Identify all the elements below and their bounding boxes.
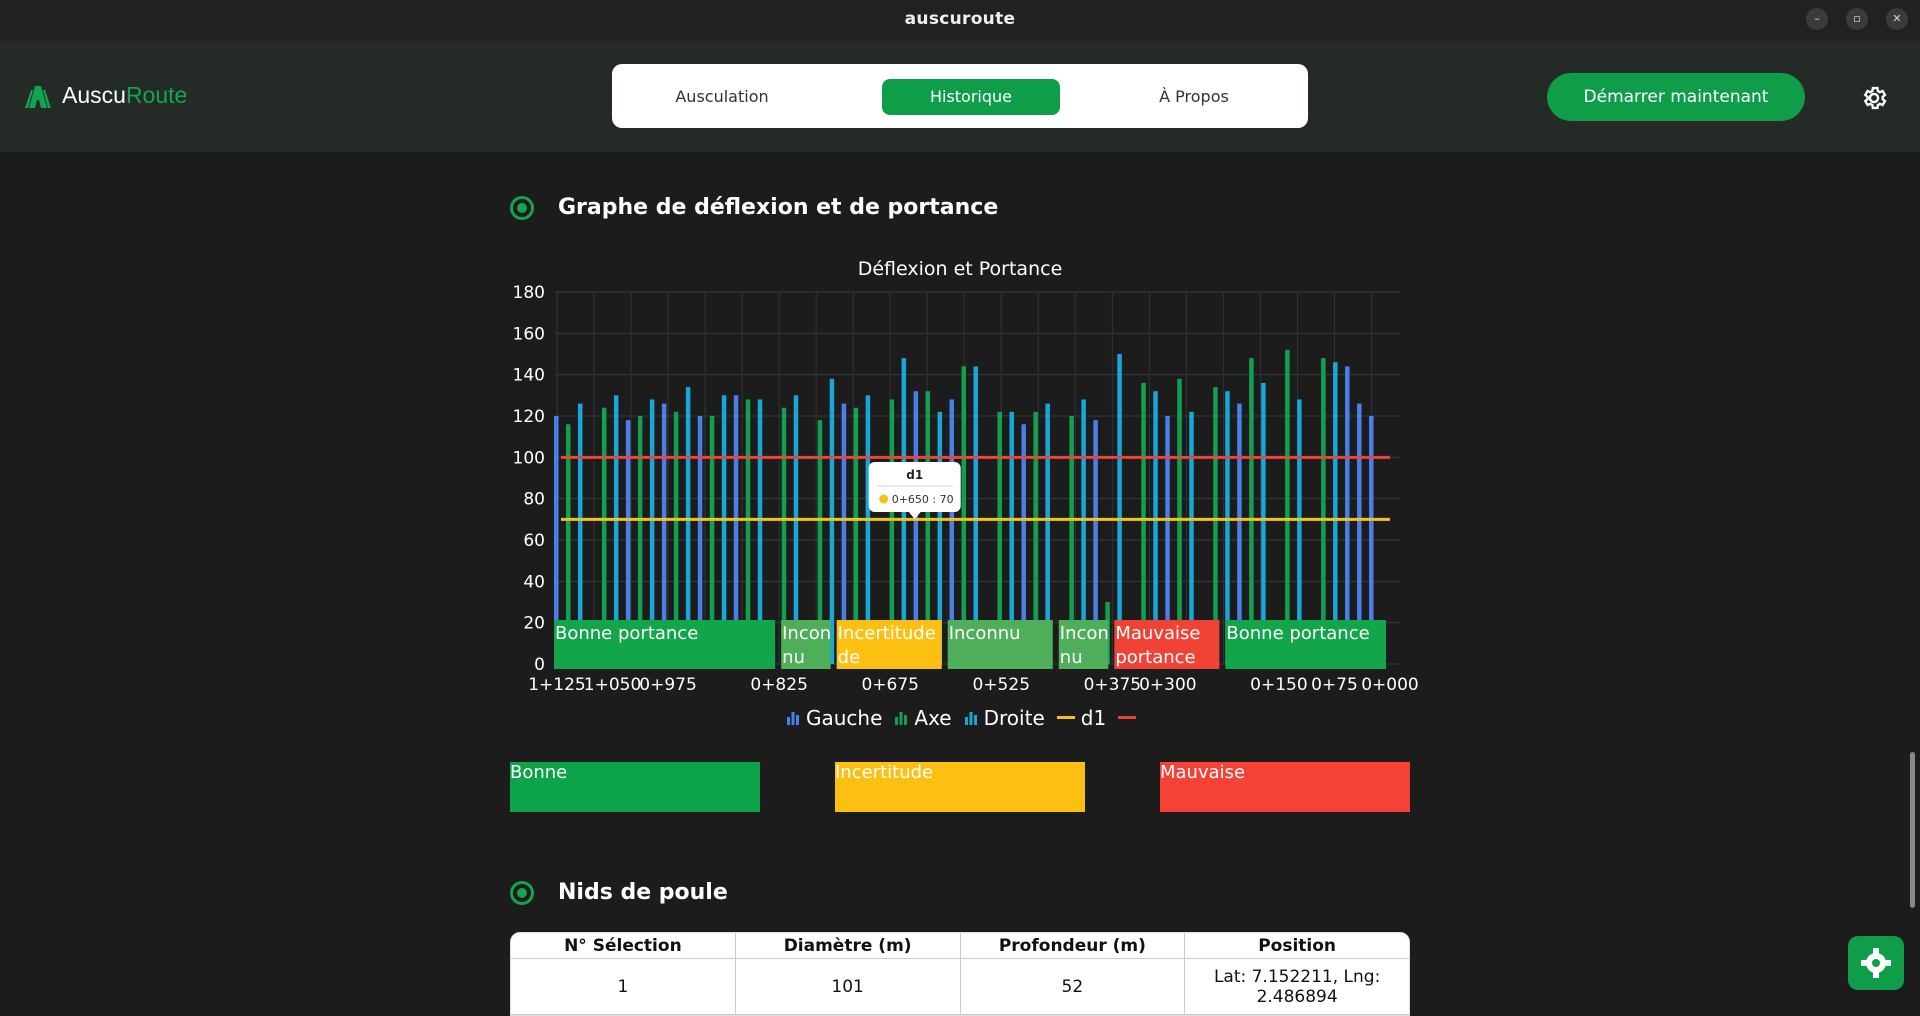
x-tick-label: 1+050 [584,675,642,695]
zone-label: Inconnu [949,623,1021,644]
potholes-table: N° Sélection Diamètre (m) Profondeur (m)… [510,932,1410,1016]
x-tick-label: 0+675 [861,675,919,695]
bar-axe [1285,349,1290,664]
legend-item[interactable] [1118,706,1137,730]
y-tick-label: 40 [523,572,545,592]
bar-chart-icon [894,706,908,730]
bar-gauche [1345,366,1350,664]
quality-good-box: Bonne [510,762,760,812]
zone-label: Bonne portance [555,623,698,644]
y-tick-label: 60 [523,531,545,551]
legend-item[interactable]: Gauche [786,706,882,730]
legend-item[interactable]: d1 [1056,706,1107,730]
header-diameter: Diamètre (m) [735,933,961,959]
y-tick-label: 100 [513,448,545,468]
page-scrollbar[interactable] [1910,752,1915,908]
deflection-chart: 0 20 40 60 80 100 120 140 160 180 Bonne portance In… [513,283,1419,695]
y-tick-label: 120 [513,407,545,427]
settings-fab-button[interactable] [1848,936,1904,990]
potholes-section-title: Nids de poule [558,880,728,905]
legend-item[interactable]: Axe [894,706,952,730]
x-tick-label: 0+825 [750,675,808,695]
bar-droite [973,366,978,664]
header-depth: Profondeur (m) [960,933,1186,959]
tooltip-swatch [879,494,889,504]
y-tick-label: 160 [513,324,545,344]
bar-droite [1333,362,1338,664]
x-tick-label: 0+525 [973,675,1031,695]
bar-axe [1249,358,1254,664]
x-tick-label: 0+375 [1084,675,1142,695]
y-tick-label: 0 [534,655,545,675]
cell-depth: 52 [960,959,1186,1015]
legend-label: Axe [914,706,952,730]
legend-label: d1 [1080,706,1107,730]
bar-axe [961,366,967,664]
bar-droite [1117,354,1122,664]
table-header-row: N° Sélection Diamètre (m) Profondeur (m)… [511,933,1409,959]
x-tick-label: 0+975 [639,675,697,695]
y-tick-label: 20 [523,614,545,634]
y-tick-label: 180 [513,283,545,303]
x-tick-label: 0+150 [1250,675,1308,695]
quality-bad-box: Mauvaise [1160,762,1410,812]
header-position: Position [1185,933,1409,959]
bar-axe [1321,358,1326,664]
tooltip-value: 0+650 : 70 [892,493,954,506]
x-tick-label: 0+75 [1311,675,1358,695]
section-radio-icon [510,880,534,905]
gear-icon [1861,948,1891,978]
x-tick-label: 0+000 [1361,675,1419,695]
x-tick-label: 0+300 [1139,675,1197,695]
line-swatch-icon [1056,706,1075,730]
y-tick-label: 80 [523,490,545,510]
x-tick-label: 1+125 [528,675,586,695]
legend-label: Droite [983,706,1045,730]
legend-item[interactable]: Droite [964,706,1045,730]
bar-chart-icon [786,706,800,730]
chart-legend: Gauche Axe Droite d1 [786,706,1137,730]
table-row[interactable]: 1 101 52 Lat: 7.152211, Lng: 2.486894 [511,959,1409,1015]
y-tick-label: 140 [513,366,545,386]
zone-label: Bonne portance [1226,623,1369,644]
tooltip-title: d1 [906,468,923,482]
cell-diameter: 101 [735,959,961,1015]
cell-position: Lat: 7.152211, Lng: 2.486894 [1185,959,1409,1015]
cell-selection: 1 [511,959,736,1015]
line-swatch-icon [1118,706,1137,730]
header-selection: N° Sélection [511,933,736,959]
legend-label: Gauche [806,706,883,730]
quality-uncertain-box: Incertitude [835,762,1085,812]
potholes-section-header: Nids de poule [510,880,728,905]
bar-chart-icon [964,706,978,730]
